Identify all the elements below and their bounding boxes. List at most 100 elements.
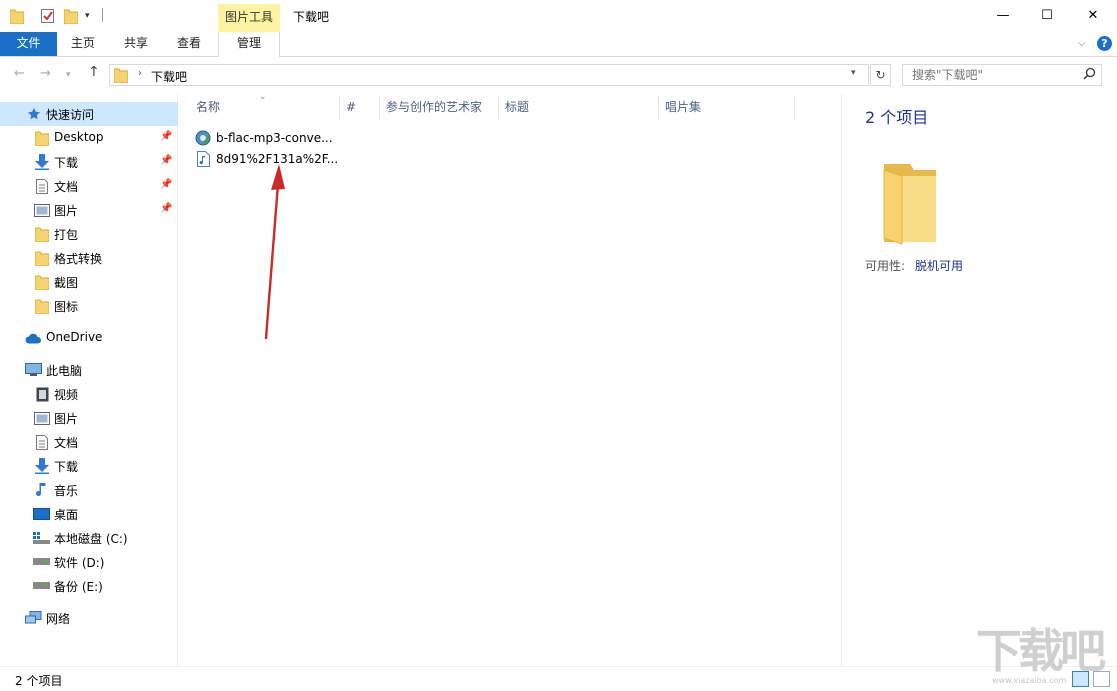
- nav-item-pc-documents[interactable]: 文档: [0, 430, 178, 454]
- customize-quick-access-icon[interactable]: ▾: [85, 7, 90, 25]
- nav-item-pictures[interactable]: 图片 📌: [0, 198, 178, 222]
- nav-label: 视频: [54, 388, 79, 402]
- nav-label: 下载: [54, 460, 79, 474]
- pin-icon[interactable]: 📌: [160, 203, 172, 214]
- folder-preview-icon: [880, 160, 940, 249]
- ribbon-expand-icon[interactable]: ⌵: [1078, 38, 1086, 49]
- column-header-name[interactable]: 名称: [190, 96, 340, 120]
- tab-file[interactable]: 文件: [0, 32, 57, 56]
- properties-icon[interactable]: [40, 7, 56, 25]
- watermark-text: 下载吧: [976, 624, 1106, 678]
- tab-view[interactable]: 查看: [163, 32, 215, 56]
- download-icon: [33, 153, 51, 171]
- folder-icon: [33, 129, 51, 147]
- nav-item-desktop[interactable]: Desktop 📌: [0, 126, 178, 150]
- music-icon: [33, 481, 51, 499]
- nav-this-pc[interactable]: 此电脑: [0, 358, 178, 382]
- nav-item-downloads[interactable]: 下载 📌: [0, 150, 178, 174]
- tab-manage[interactable]: 管理: [218, 32, 280, 57]
- minimize-button[interactable]: —: [980, 0, 1026, 30]
- nav-label: 音乐: [54, 484, 79, 498]
- search-input[interactable]: [903, 65, 1078, 85]
- new-folder-icon[interactable]: [64, 7, 78, 25]
- drive-icon: [32, 553, 50, 571]
- breadcrumb-current[interactable]: 下载吧: [151, 68, 187, 85]
- help-icon[interactable]: ?: [1097, 36, 1112, 51]
- nav-label: 文档: [54, 180, 79, 194]
- watermark-url: www.xiazaiba.com: [992, 676, 1067, 685]
- nav-item-drive-e[interactable]: 备份 (E:): [0, 574, 178, 598]
- picture-icon: [33, 409, 51, 427]
- nav-item-pack[interactable]: 打包: [0, 222, 178, 246]
- tab-home[interactable]: 主页: [57, 32, 109, 56]
- download-icon: [33, 457, 51, 475]
- breadcrumb-chevron-icon[interactable]: ›: [138, 68, 142, 79]
- nav-item-screenshots[interactable]: 截图: [0, 270, 178, 294]
- picture-tools-group: 图片工具: [218, 4, 280, 32]
- up-arrow-icon[interactable]: ↑: [88, 64, 100, 80]
- nav-label: Desktop: [54, 130, 104, 144]
- nav-item-icons[interactable]: 图标: [0, 294, 178, 318]
- pin-icon[interactable]: 📌: [160, 179, 172, 190]
- nav-item-pc-pictures[interactable]: 图片: [0, 406, 178, 430]
- recent-locations-icon[interactable]: ▾: [66, 70, 71, 80]
- forward-arrow-icon[interactable]: →: [40, 66, 51, 81]
- availability-label: 可用性:: [865, 259, 906, 273]
- details-pane: 2 个项目 可用性: 脱机可用: [841, 94, 1117, 666]
- column-header-artist[interactable]: 参与创作的艺术家: [380, 96, 499, 120]
- nav-onedrive[interactable]: OneDrive: [0, 326, 178, 350]
- column-header-number[interactable]: #: [340, 96, 380, 120]
- audio-file-icon: [194, 150, 212, 168]
- refresh-icon: ↻: [875, 68, 886, 82]
- address-row: ← → ▾ ↑ › 下载吧 ▾ ↻: [0, 58, 1117, 92]
- nav-item-videos[interactable]: 视频: [0, 382, 178, 406]
- nav-item-drive-d[interactable]: 软件 (D:): [0, 550, 178, 574]
- app-icon: [194, 129, 212, 147]
- column-header-album[interactable]: 唱片集: [659, 96, 795, 120]
- nav-label: 截图: [54, 276, 79, 290]
- nav-item-music[interactable]: 音乐: [0, 478, 178, 502]
- folder-icon: [33, 225, 51, 243]
- star-icon: [25, 105, 43, 123]
- folder-icon: [113, 67, 129, 86]
- search-icon[interactable]: [1083, 67, 1096, 84]
- desktop-icon: [32, 505, 50, 523]
- document-icon: [33, 433, 51, 451]
- availability-value: 脱机可用: [915, 259, 964, 273]
- pin-icon[interactable]: 📌: [160, 131, 172, 142]
- folder-icon[interactable]: [10, 7, 24, 25]
- nav-network[interactable]: 网络: [0, 606, 178, 630]
- cloud-icon: [24, 329, 42, 347]
- column-header-title[interactable]: 标题: [499, 96, 659, 120]
- status-bar: 2 个项目: [0, 666, 1117, 691]
- close-icon: ✕: [1087, 7, 1099, 23]
- close-button[interactable]: ✕: [1070, 0, 1116, 30]
- address-bar[interactable]: › 下载吧: [109, 64, 869, 86]
- toolbar-separator: [102, 8, 103, 22]
- nav-item-pc-downloads[interactable]: 下载: [0, 454, 178, 478]
- address-history-icon[interactable]: ▾: [851, 68, 856, 78]
- annotation-arrow: [264, 164, 285, 340]
- nav-item-desktop-pc[interactable]: 桌面: [0, 502, 178, 526]
- nav-label: 文档: [54, 436, 79, 450]
- nav-item-drive-c[interactable]: 本地磁盘 (C:): [0, 526, 178, 550]
- search-box[interactable]: [902, 64, 1102, 86]
- nav-quick-access[interactable]: 快速访问: [0, 102, 178, 126]
- nav-label: 格式转换: [54, 252, 103, 266]
- nav-label: 备份 (E:): [54, 580, 103, 594]
- document-icon: [33, 177, 51, 195]
- file-row[interactable]: b-flac-mp3-conve...: [194, 128, 344, 148]
- maximize-button[interactable]: ☐: [1024, 0, 1070, 30]
- nav-label: 下载: [54, 156, 79, 170]
- nav-item-documents[interactable]: 文档 📌: [0, 174, 178, 198]
- refresh-button[interactable]: ↻: [870, 64, 891, 86]
- picture-icon: [33, 201, 51, 219]
- nav-label: 图片: [54, 412, 79, 426]
- back-arrow-icon[interactable]: ←: [14, 66, 25, 81]
- pin-icon[interactable]: 📌: [160, 155, 172, 166]
- window-title: 下载吧: [293, 10, 330, 24]
- navigation-pane: 快速访问 Desktop 📌 下载 📌 文档 📌 图片 📌 打包 格式转换 截图…: [0, 94, 178, 666]
- nav-item-format-convert[interactable]: 格式转换: [0, 246, 178, 270]
- ribbon-tabs: 文件 主页 共享 查看 管理 ⌵ ?: [0, 32, 1117, 57]
- tab-share[interactable]: 共享: [109, 32, 163, 56]
